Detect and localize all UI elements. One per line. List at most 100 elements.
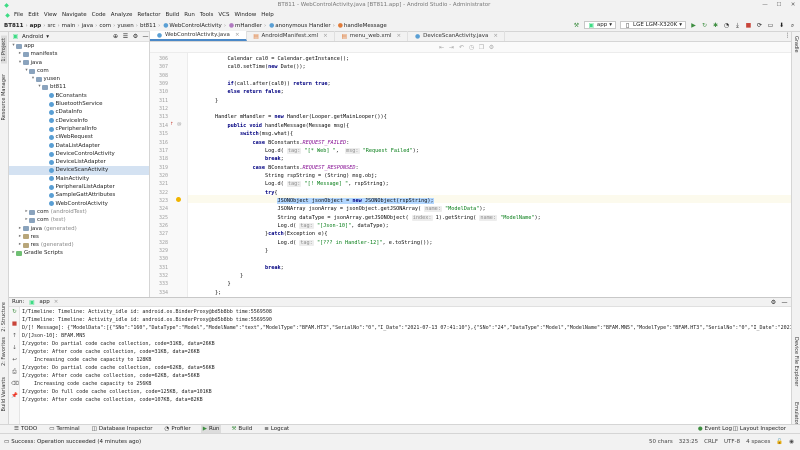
tree-item[interactable]: cDeviceInfo: [9, 117, 149, 125]
chevron-down-icon[interactable]: ▾: [31, 75, 36, 83]
chevron-down-icon[interactable]: ▾: [46, 34, 49, 40]
tree-item[interactable]: BluetoothService: [9, 100, 149, 108]
emulator-tool-button[interactable]: Emulator: [793, 402, 799, 425]
chevron-right-icon[interactable]: ▸: [18, 233, 23, 241]
avd-manager-icon[interactable]: ▭: [767, 22, 774, 29]
status-toggle-icon[interactable]: ▭: [4, 439, 9, 445]
tree-item[interactable]: DeviceScanActivity: [9, 166, 149, 175]
copy-icon[interactable]: ❐: [478, 44, 485, 51]
profile-icon[interactable]: ◔: [723, 22, 730, 29]
gradle-tool-button[interactable]: Gradle: [793, 36, 799, 53]
chevron-down-icon[interactable]: ▾: [18, 59, 23, 67]
sdk-manager-icon[interactable]: ⬇: [778, 22, 785, 29]
print-icon[interactable]: ⎙: [11, 369, 18, 376]
stop-icon[interactable]: ■: [11, 321, 18, 328]
breadcrumb-main[interactable]: main: [62, 23, 76, 29]
clear-icon[interactable]: ⌫: [11, 381, 19, 388]
tree-item[interactable]: ▸ res (generated): [9, 241, 149, 249]
todo-tab[interactable]: ☰ TODO: [12, 425, 39, 433]
menu-analyze[interactable]: Analyze: [111, 12, 133, 18]
device-select[interactable]: ▯ LGE LGM-X320K ▾: [620, 21, 686, 29]
hammer-icon[interactable]: ⚒: [573, 22, 580, 29]
gear-icon[interactable]: ⚙: [132, 33, 139, 40]
tree-item[interactable]: DeviceControlActivity: [9, 150, 149, 158]
database-inspector-tab[interactable]: ◫ Database Inspector: [90, 425, 155, 433]
chevron-right-icon[interactable]: ▸: [18, 225, 23, 233]
menu-view[interactable]: View: [44, 12, 57, 18]
menu-window[interactable]: Window: [235, 12, 257, 18]
event-log-tab[interactable]: ● Event Log: [696, 425, 734, 433]
attach-debugger-icon[interactable]: ⤓: [734, 22, 741, 29]
debug-icon[interactable]: ✱: [712, 22, 719, 29]
gear-icon[interactable]: ⚙: [770, 299, 777, 306]
tree-item[interactable]: ▾ com: [9, 67, 149, 75]
tab-menu-web[interactable]: ▤ menu_web.xml ×: [335, 31, 409, 41]
tree-item[interactable]: ▸ java (generated): [9, 225, 149, 233]
tree-item[interactable]: cWebRequest: [9, 133, 149, 141]
build-variants-tool-button[interactable]: Build Variants: [1, 377, 7, 411]
menu-build[interactable]: Build: [165, 12, 179, 18]
structure-tool-button[interactable]: 2: Structure: [1, 302, 7, 332]
minimize-button[interactable]: —: [758, 2, 772, 8]
tab-devicescanactivity[interactable]: ● DeviceScanActivity.java ×: [408, 31, 505, 41]
rerun-icon[interactable]: ↻: [11, 309, 18, 316]
event-icon[interactable]: ◉: [789, 439, 794, 445]
lightbulb-icon[interactable]: [176, 196, 181, 202]
tree-item[interactable]: cPeripheralInfo: [9, 125, 149, 133]
run-tab[interactable]: ▶ Run: [200, 425, 222, 433]
apply-changes-icon[interactable]: ↻: [701, 22, 708, 29]
tab-androidmanifest[interactable]: ▤ AndroidManifest.xml ×: [247, 31, 335, 41]
logcat-tab[interactable]: ≡ Logcat: [262, 425, 291, 433]
prev-change-icon[interactable]: ⇤: [438, 44, 445, 51]
device-file-explorer-tool-button[interactable]: Device File Explorer: [793, 337, 799, 386]
chevron-right-icon[interactable]: ▸: [18, 50, 23, 58]
tree-item[interactable]: PeripheralListAdapter: [9, 183, 149, 191]
menu-code[interactable]: Code: [92, 12, 106, 18]
close-icon[interactable]: ×: [493, 33, 498, 39]
soft-wrap-icon[interactable]: ↩: [11, 357, 18, 364]
code-editor[interactable]: 306 307 308 309 310 311 312 313 314 315 316 317 318 3…: [150, 53, 791, 297]
tree-item[interactable]: DataListAdapter: [9, 142, 149, 150]
menu-edit[interactable]: Edit: [28, 12, 39, 18]
tree-item[interactable]: ▸ com (androidTest): [9, 208, 149, 216]
menu-run[interactable]: Run: [184, 12, 195, 18]
tab-menu-icon[interactable]: ⋮: [784, 32, 791, 39]
menu-help[interactable]: Help: [261, 12, 274, 18]
breadcrumb-java[interactable]: java: [82, 23, 94, 29]
history-icon[interactable]: ◷: [468, 44, 475, 51]
close-button[interactable]: ✕: [786, 2, 800, 8]
menu-vcs[interactable]: VCS: [218, 12, 229, 18]
run-console[interactable]: I/Timeline: Timeline: Activity_idle id: …: [22, 308, 791, 424]
status-message[interactable]: Success: Operation succeeded (4 minutes …: [11, 439, 141, 445]
tree-item[interactable]: ▾ app: [9, 42, 149, 50]
menu-tools[interactable]: Tools: [200, 12, 214, 18]
hide-icon[interactable]: —: [781, 299, 788, 306]
breadcrumb-bt811[interactable]: bt811: [140, 23, 156, 29]
locate-icon[interactable]: ⊕: [112, 33, 119, 40]
tree-item[interactable]: ▾ bt811: [9, 83, 149, 91]
tree-item[interactable]: ▸ com (test): [9, 216, 149, 224]
tree-item[interactable]: BConstants: [9, 92, 149, 100]
breadcrumb-project[interactable]: BT811: [4, 23, 23, 29]
next-change-icon[interactable]: ⇥: [448, 44, 455, 51]
cursor-position[interactable]: 323:25: [679, 439, 698, 445]
down-icon[interactable]: ↓: [11, 345, 18, 352]
tree-item[interactable]: ▾ yusen: [9, 75, 149, 83]
collapse-all-icon[interactable]: ☰: [122, 33, 129, 40]
rollback-icon[interactable]: ↶: [458, 44, 465, 51]
hide-icon[interactable]: —: [142, 33, 149, 40]
breadcrumb-src[interactable]: src: [47, 23, 55, 29]
build-tab[interactable]: ⚒ Build: [229, 425, 254, 433]
indent-setting[interactable]: 4 spaces: [746, 439, 770, 445]
close-icon[interactable]: ×: [323, 33, 328, 39]
tree-item[interactable]: ▸ manifests: [9, 50, 149, 58]
profiler-tab[interactable]: ◔ Profiler: [163, 425, 193, 433]
tree-item[interactable]: DeviceListAdapter: [9, 158, 149, 166]
tree-item[interactable]: ▸ Gradle Scripts: [9, 249, 149, 257]
tab-webcontrolactivity[interactable]: ● WebControlActivity.java ×: [150, 31, 247, 41]
favorites-tool-button[interactable]: 2: Favorites: [1, 337, 7, 366]
terminal-tab[interactable]: ▭ Terminal: [47, 425, 81, 433]
resource-manager-tool-button[interactable]: Resource Manager: [1, 74, 7, 120]
breadcrumb-module[interactable]: app: [30, 23, 42, 29]
project-tool-button[interactable]: 1: Project: [1, 36, 7, 64]
